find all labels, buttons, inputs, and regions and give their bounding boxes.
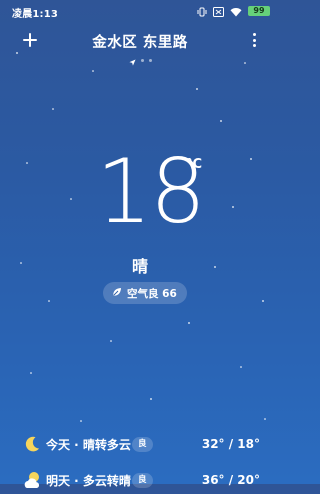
battery-indicator: 99: [248, 6, 270, 16]
forecast-day-label: 明天 · 多云转晴: [46, 473, 131, 488]
navigation-arrow-icon: [128, 51, 136, 70]
forecast-row-today[interactable]: 今天 · 晴转多云 良 32° / 18°: [0, 434, 280, 454]
forecast-temp-range: 36° / 20°: [201, 473, 260, 487]
air-quality-label: 空气良 66: [127, 287, 177, 300]
crescent-moon-icon: [22, 434, 42, 454]
leaf-icon: [112, 287, 122, 300]
status-time: 凌晨1:13: [12, 9, 59, 20]
more-dot: [252, 44, 256, 47]
pager-dot: [140, 59, 144, 62]
more-menu-button[interactable]: [250, 33, 258, 47]
air-quality-pill[interactable]: 空气良 66: [103, 282, 187, 304]
weather-condition: 晴: [131, 257, 148, 276]
forecast-aqi-badge: 良: [132, 472, 153, 488]
vibrate-icon: [197, 2, 207, 21]
location-title[interactable]: 金水区 东里路: [0, 31, 280, 52]
more-dot: [252, 33, 256, 36]
forecast-day-label: 今天 · 晴转多云: [46, 437, 131, 452]
forecast-temp-range: 32° / 18°: [201, 437, 260, 451]
pager-dot: [148, 59, 152, 62]
more-dot: [252, 38, 256, 42]
temperature-unit: °C: [186, 157, 203, 172]
wifi-icon: [230, 2, 242, 21]
status-icons: 99: [197, 6, 270, 17]
status-bar: 凌晨1:13 99: [0, 0, 280, 22]
city-pager: [0, 51, 280, 70]
forecast-row-tomorrow[interactable]: 明天 · 多云转晴 良 36° / 20°: [0, 470, 280, 490]
no-sim-icon: [213, 2, 224, 21]
forecast-aqi-badge: 良: [132, 436, 153, 452]
sun-cloud-icon: [22, 470, 42, 490]
